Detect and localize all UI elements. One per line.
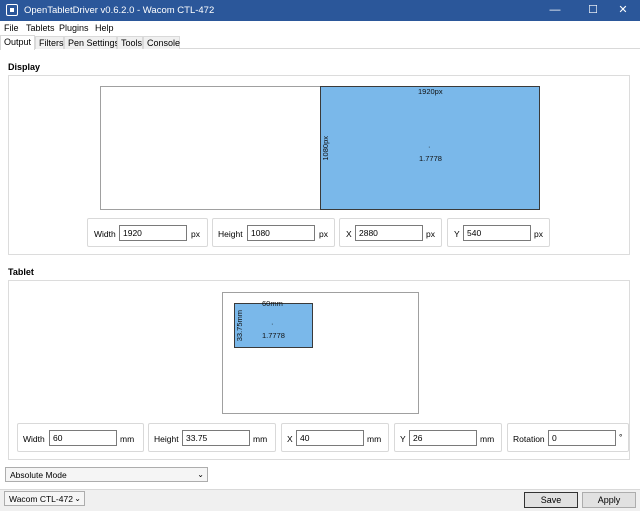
tablet-x-input[interactable] <box>296 430 364 446</box>
tablet-rotation-label: Rotation <box>513 434 545 444</box>
app-icon <box>6 4 18 16</box>
output-mode-value: Absolute Mode <box>10 470 67 480</box>
tablet-rotation-unit: ° <box>619 432 623 442</box>
tablet-rotation-input[interactable] <box>548 430 616 446</box>
tablet-selector-value: Wacom CTL-472 <box>9 494 73 504</box>
menu-bar: File Tablets Plugins Help <box>0 21 640 35</box>
display-x-field: X px <box>339 218 442 247</box>
menu-tablets[interactable]: Tablets <box>26 23 55 33</box>
display-y-label: Y <box>454 229 460 239</box>
tablet-width-label: Width <box>23 434 45 444</box>
maximize-button[interactable]: ☐ <box>576 0 610 21</box>
tablet-height-input[interactable] <box>182 430 250 446</box>
apply-button[interactable]: Apply <box>582 492 636 508</box>
tablet-width-input[interactable] <box>49 430 117 446</box>
menu-plugins[interactable]: Plugins <box>59 23 89 33</box>
tab-output[interactable]: Output <box>0 35 35 50</box>
minimize-button[interactable]: — <box>538 0 572 21</box>
display-width-field: Width px <box>87 218 208 247</box>
tablet-y-unit: mm <box>480 434 495 444</box>
display-x-label: X <box>346 229 352 239</box>
display-aspect-ratio: 1.7778 <box>419 154 442 163</box>
tablet-height-field: Height mm <box>148 423 276 452</box>
tablet-y-label: Y <box>400 434 406 444</box>
tablet-x-label: X <box>287 434 293 444</box>
tablet-area-width-label: 60mm <box>262 299 283 308</box>
tablet-width-field: Width mm <box>17 423 144 452</box>
display-height-field: Height px <box>212 218 335 247</box>
display-height-input[interactable] <box>247 225 315 241</box>
tablet-y-field: Y mm <box>394 423 502 452</box>
display-y-unit: px <box>534 229 543 239</box>
tablet-aspect-ratio: 1.7778 <box>262 331 285 340</box>
display-y-field: Y px <box>447 218 550 247</box>
display-area-width-label: 1920px <box>418 87 443 96</box>
display-height-label: Height <box>218 229 243 239</box>
tablet-rotation-field: Rotation ° <box>507 423 629 452</box>
output-mode-dropdown[interactable]: Absolute Mode ⌄ <box>5 467 208 482</box>
tab-pen-settings[interactable]: Pen Settings <box>64 36 119 49</box>
display-width-unit: px <box>191 229 200 239</box>
tablet-y-input[interactable] <box>409 430 477 446</box>
tab-filters[interactable]: Filters <box>35 36 64 49</box>
close-button[interactable]: ✕ <box>606 0 640 21</box>
display-area-height-label: 1080px <box>321 136 330 161</box>
chevron-down-icon: ⌄ <box>74 494 81 503</box>
display-area-center-dot: · <box>428 142 431 151</box>
tablet-width-unit: mm <box>120 434 135 444</box>
tablet-x-unit: mm <box>367 434 382 444</box>
display-width-label: Width <box>94 229 116 239</box>
display-x-input[interactable] <box>355 225 423 241</box>
tablet-area-center-dot: · <box>271 319 274 328</box>
save-button[interactable]: Save <box>524 492 578 508</box>
tab-tools[interactable]: Tools <box>117 36 143 49</box>
display-height-unit: px <box>319 229 328 239</box>
title-bar: OpenTabletDriver v0.6.2.0 - Wacom CTL-47… <box>0 0 640 21</box>
tablet-section-title: Tablet <box>8 267 34 277</box>
tab-console[interactable]: Console <box>143 36 180 49</box>
menu-help[interactable]: Help <box>95 23 114 33</box>
menu-file[interactable]: File <box>4 23 19 33</box>
tablet-height-label: Height <box>154 434 179 444</box>
tablet-area-height-label: 33.75mm <box>235 310 244 342</box>
tablet-selector-dropdown[interactable]: Wacom CTL-472 ⌄ <box>4 491 85 506</box>
display-section-title: Display <box>8 62 41 72</box>
tab-strip: Output Filters Pen Settings Tools Consol… <box>0 35 640 50</box>
tablet-x-field: X mm <box>281 423 389 452</box>
tablet-area-selection[interactable] <box>234 303 313 348</box>
display-x-unit: px <box>426 229 435 239</box>
chevron-down-icon: ⌄ <box>197 470 204 479</box>
tablet-height-unit: mm <box>253 434 268 444</box>
display-width-input[interactable] <box>119 225 187 241</box>
window-title: OpenTabletDriver v0.6.2.0 - Wacom CTL-47… <box>24 5 215 16</box>
display-y-input[interactable] <box>463 225 531 241</box>
